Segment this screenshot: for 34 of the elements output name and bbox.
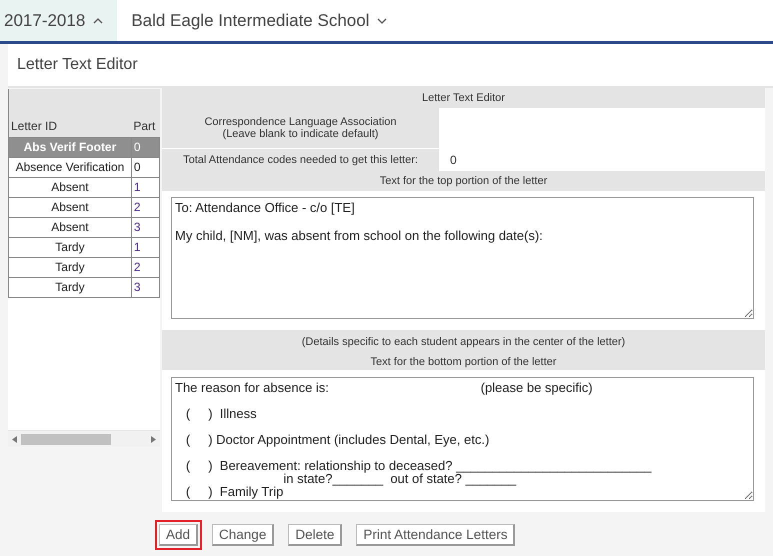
letter-id-cell[interactable]: Absent [8,177,132,197]
letter-id-cell[interactable]: Tardy [8,277,132,297]
editor-heading: Letter Text Editor [162,88,765,108]
top-text-heading: Text for the top portion of the letter [162,171,765,191]
part-cell: 2 [131,197,160,217]
part-cell: 1 [131,237,160,257]
codes-field[interactable]: 0 [440,149,765,171]
codes-label: Total Attendance codes needed to get this letter: [162,149,439,171]
language-label: Correspondence Language Association (Leave blank to indicate default) [162,108,439,148]
part-cell: 2 [131,257,160,277]
horizontal-scrollbar[interactable] [8,430,160,447]
year-selector[interactable]: 2017-2018 [0,0,118,41]
bottom-text-heading: Text for the bottom portion of the letter [162,354,765,370]
bottom-text-area[interactable]: The reason for absence is: (please be specific) ( ) Illness ( ) Doctor Appointment (includes Dental, Eye, etc.) ( ) Bereavement: relationship to deceased? ___________________________ in state?_______ out of state? _______ ( ) Family Trip [171,377,754,501]
part-cell: 3 [131,277,160,297]
part-cell: 0 [131,137,160,157]
action-button[interactable]: Add [155,520,202,550]
part-cell: 3 [131,217,160,237]
scroll-left-icon[interactable] [12,436,17,442]
letter-id-cell[interactable]: Absent [8,197,132,217]
chevron-icon [377,18,388,24]
part-cell: 0 [131,157,160,177]
column-header: Letter ID [8,89,132,137]
details-note: (Details specific to each student appears in the center of the letter) [162,330,765,354]
letter-id-cell[interactable]: Tardy [8,257,132,277]
column-header: Part [131,89,160,137]
scroll-right-icon[interactable] [151,436,156,442]
chevron-icon [93,18,104,24]
page-title: Letter Text Editor [17,56,138,74]
letter-id-cell[interactable]: Absent [8,217,132,237]
part-cell: 1 [131,177,160,197]
letter-id-cell[interactable]: Absence Verification [8,157,132,177]
letter-id-cell[interactable]: Tardy [8,237,132,257]
top-text-area[interactable]: To: Attendance Office - c/o [TE] My child, [NM], was absent from school on the following date(s): [171,197,754,319]
